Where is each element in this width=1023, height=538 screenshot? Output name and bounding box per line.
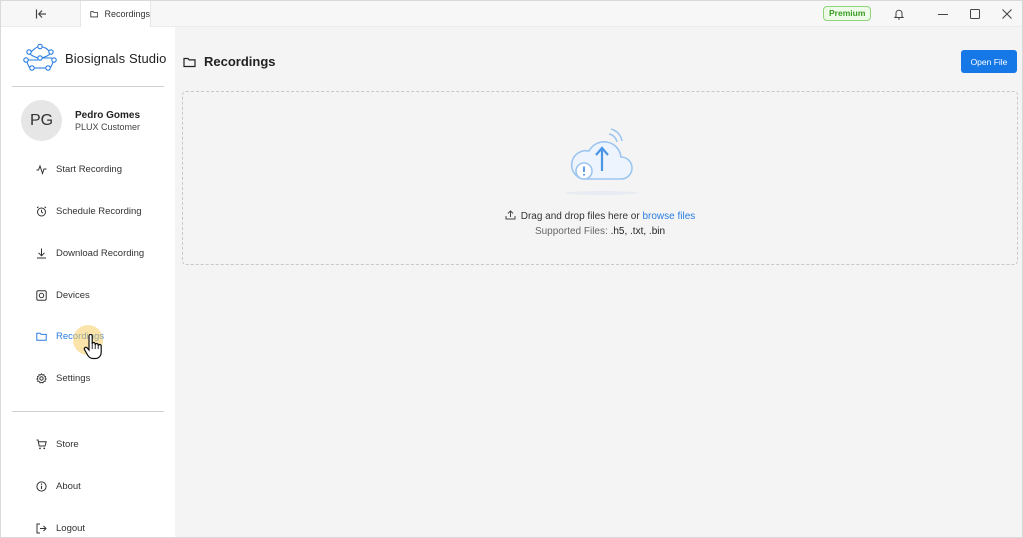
sidebar-item-download-recording[interactable]: Download Recording [36,246,144,260]
activity-icon [36,164,47,175]
tab-recordings[interactable]: Recordings [81,1,151,27]
sidebar-item-logout[interactable]: Logout [36,521,85,535]
profile-name: Pedro Gomes [75,109,141,121]
dropzone-text: Drag and drop files here or [520,211,643,222]
divider [12,86,164,87]
collapse-sidebar-button[interactable] [1,1,81,27]
sidebar-item-devices[interactable]: Devices [36,288,90,302]
gear-icon [36,372,47,384]
bell-icon [893,9,905,20]
biosignals-logo-icon [23,43,57,71]
brand-name: Biosignals Studio [65,50,167,66]
arrow-left-bar-icon [35,9,46,19]
user-profile[interactable]: PG Pedro Gomes PLUX Customer [21,100,140,141]
sidebar-item-label: Schedule Recording [56,205,142,217]
app-window: Recordings Premium Biosignals Studio PG … [0,0,1023,538]
main-content: Recordings Open File Drag and drop files… [175,27,1022,537]
divider [12,411,164,412]
supported-files-label: Supported Files: [534,226,611,237]
sidebar-item-label: Start Recording [56,163,123,175]
supported-files-extensions: .h5, .txt, .bin [610,226,666,237]
sidebar-item-label: Devices [56,289,90,301]
sidebar-item-label: Logout [56,522,86,534]
tab-label: Recordings [104,9,150,19]
premium-badge[interactable]: Premium [823,6,872,21]
cloud-shadow [565,191,639,195]
hand-cursor-icon [83,334,102,360]
close-button[interactable] [999,6,1015,22]
download-icon [36,248,47,259]
maximize-button[interactable] [967,6,983,22]
sidebar-item-label: About [56,480,81,492]
cart-icon [36,439,47,450]
sidebar-item-store[interactable]: Store [36,437,79,451]
clock-icon [36,205,47,217]
sidebar-item-label: Download Recording [56,247,145,259]
minimize-icon [938,14,948,15]
sidebar-item-settings[interactable]: Settings [36,371,90,385]
folder-icon [36,331,47,342]
supported-files: Supported Files: .h5, .txt, .bin [183,226,1017,237]
file-dropzone[interactable]: Drag and drop files here or browse files… [182,91,1018,265]
title-bar: Recordings Premium [1,1,1022,27]
upload-icon [505,210,516,220]
folder-icon [90,11,99,18]
sidebar-item-start-recording[interactable]: Start Recording [36,162,122,176]
cloud-upload-icon [570,128,633,180]
notifications-button[interactable] [891,6,907,22]
open-file-button[interactable]: Open File [961,50,1017,73]
device-icon [36,289,47,301]
sidebar-item-about[interactable]: About [36,479,81,493]
sidebar-item-label: Settings [56,372,91,384]
close-icon [1002,9,1012,19]
browse-files-link[interactable]: browse files [642,211,695,222]
maximize-icon [970,9,980,19]
page-title-text: Recordings [204,54,276,69]
profile-role: PLUX Customer [75,121,141,132]
folder-icon [183,57,196,67]
logout-icon [36,523,47,534]
info-icon [36,480,47,492]
minimize-button[interactable] [935,6,951,22]
dropzone-instructions: Drag and drop files here or browse files [183,210,1017,222]
avatar: PG [21,100,62,141]
sidebar-item-label: Store [56,438,79,450]
sidebar: Biosignals Studio PG Pedro Gomes PLUX Cu… [1,27,175,537]
brand: Biosignals Studio [23,43,166,73]
page-title: Recordings [183,54,276,69]
sidebar-item-schedule-recording[interactable]: Schedule Recording [36,204,142,218]
